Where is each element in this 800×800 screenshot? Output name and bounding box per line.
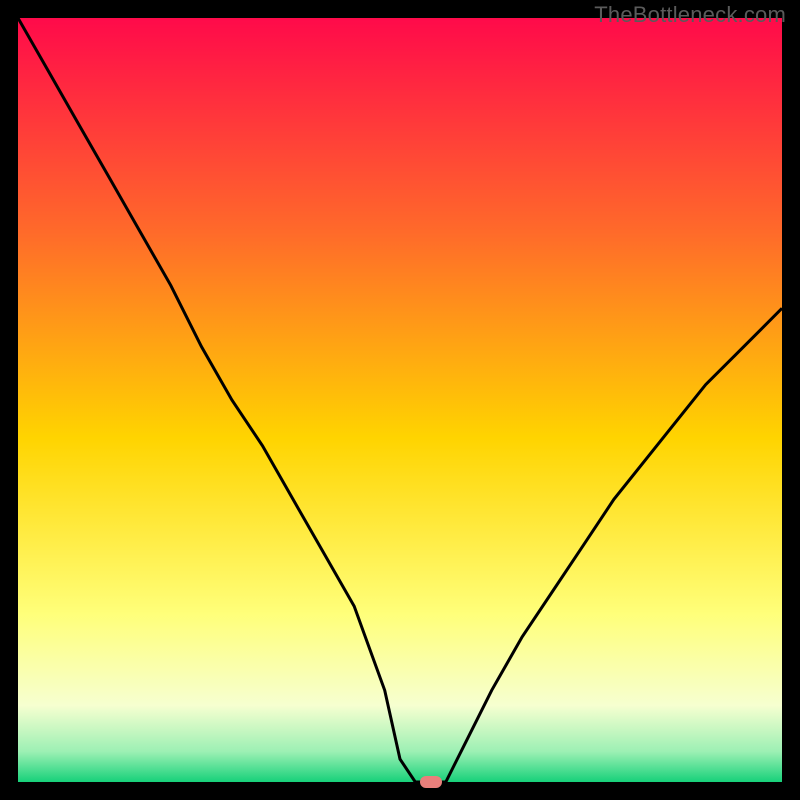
chart-frame: TheBottleneck.com	[0, 0, 800, 800]
optimal-point-marker	[420, 776, 442, 788]
watermark-text: TheBottleneck.com	[594, 2, 786, 28]
bottleneck-chart	[18, 18, 782, 782]
gradient-background	[18, 18, 782, 782]
